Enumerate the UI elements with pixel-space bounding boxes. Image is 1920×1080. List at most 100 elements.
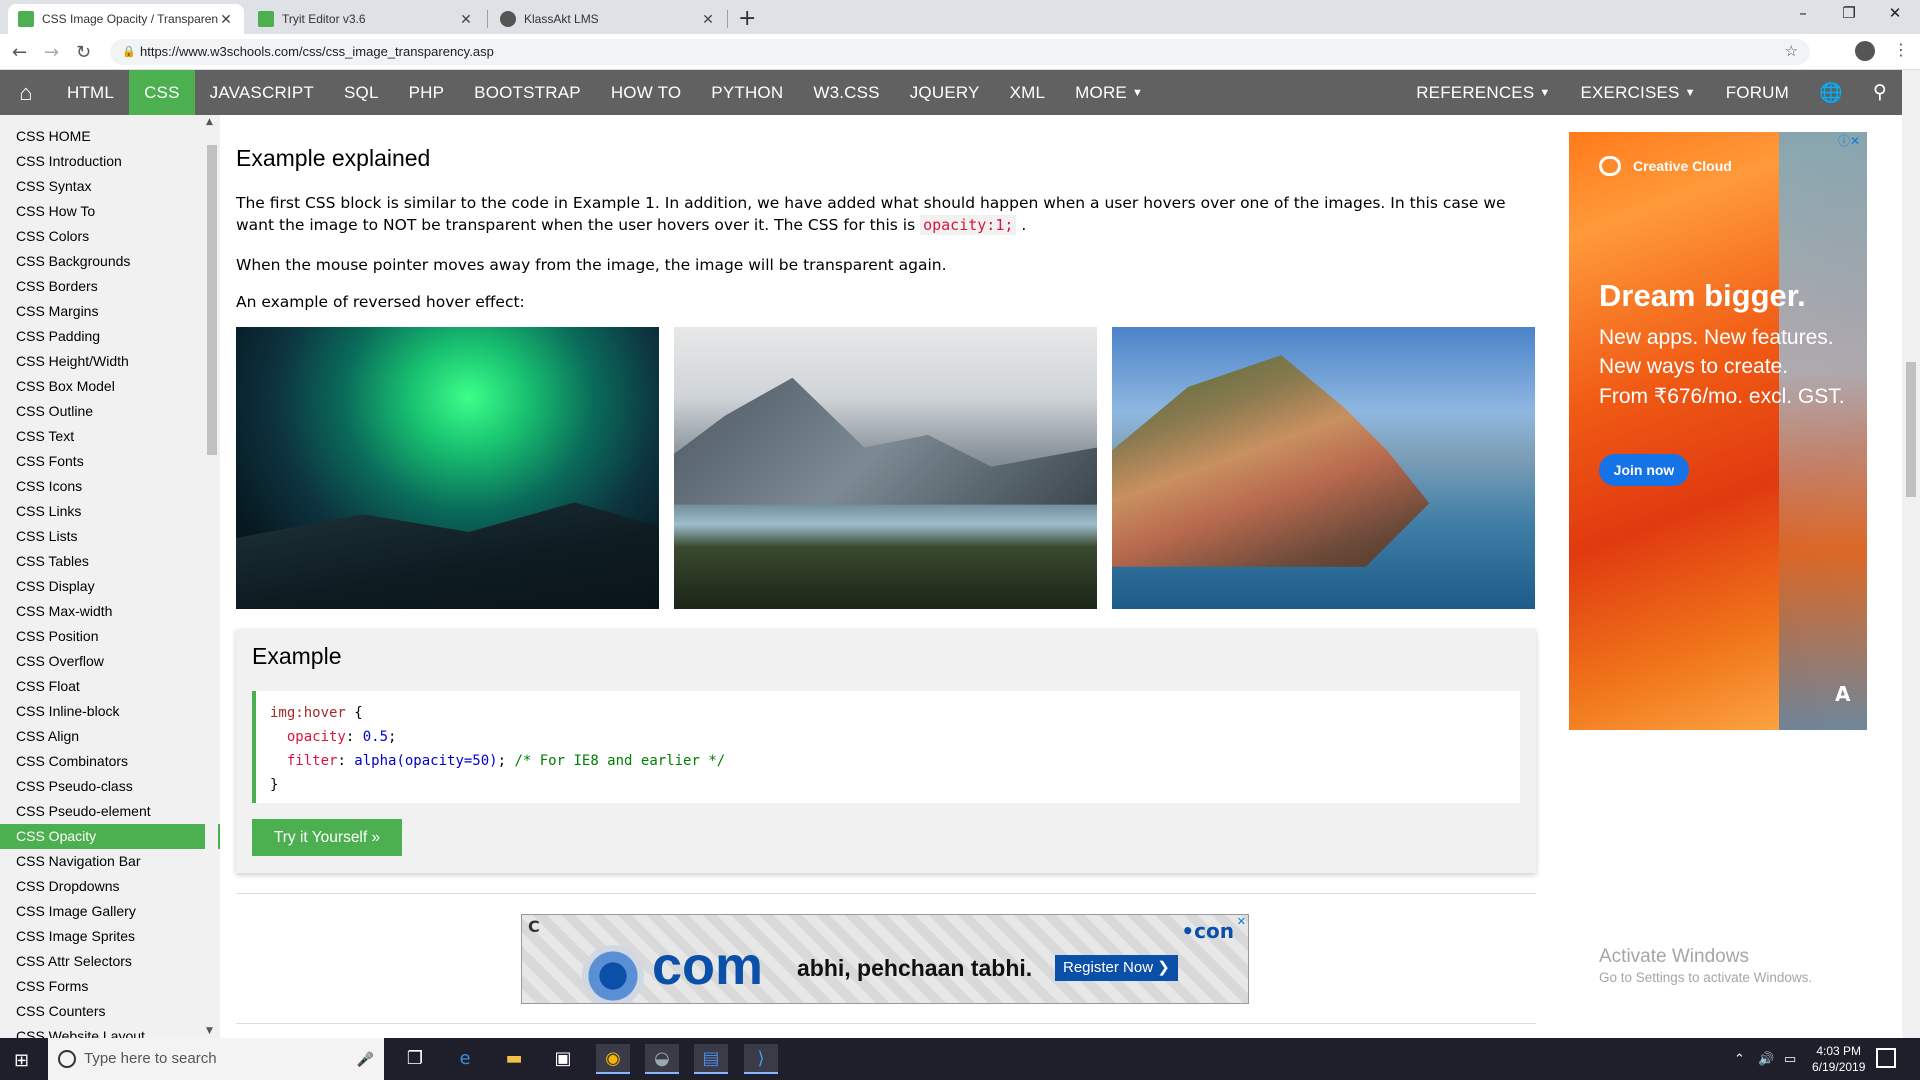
sidebar-item-css-introduction[interactable]: CSS Introduction — [0, 149, 220, 174]
sidebar-item-css-image-sprites[interactable]: CSS Image Sprites — [0, 924, 220, 949]
bookmark-star-icon[interactable]: ☆ — [1785, 39, 1798, 65]
app-icon[interactable]: ◒ — [645, 1044, 679, 1074]
sidebar-item-css-text[interactable]: CSS Text — [0, 424, 220, 449]
banner-ad[interactable]: C com abhi, pehchaan tabhi. Register Now… — [521, 914, 1249, 1004]
sidebar-item-css-inline-block[interactable]: CSS Inline-block — [0, 699, 220, 724]
ad-join-now-button[interactable]: Join now — [1599, 454, 1689, 486]
restore-button[interactable]: ❐ — [1826, 4, 1872, 22]
sidebar-item-css-overflow[interactable]: CSS Overflow — [0, 649, 220, 674]
sidebar-item-css-image-gallery[interactable]: CSS Image Gallery — [0, 899, 220, 924]
sidebar-scrollbar[interactable]: ▲ ▼ — [205, 115, 218, 1038]
windows-start-icon[interactable]: ⊞ — [14, 1050, 29, 1071]
nav-javascript[interactable]: JAVASCRIPT — [195, 70, 329, 115]
sidebar-item-css-height-width[interactable]: CSS Height/Width — [0, 349, 220, 374]
vscode-icon[interactable]: ⟩ — [744, 1044, 778, 1074]
sidebar-item-css-lists[interactable]: CSS Lists — [0, 524, 220, 549]
tab-tryit-editor[interactable]: Tryit Editor v3.6 ✕ — [248, 4, 484, 34]
sidebar-item-css-pseudo-class[interactable]: CSS Pseudo-class — [0, 774, 220, 799]
nav-php[interactable]: PHP — [394, 70, 460, 115]
sidebar-item-css-margins[interactable]: CSS Margins — [0, 299, 220, 324]
sidebar-scroll-thumb[interactable] — [207, 145, 217, 455]
sidebar-item-css-box-model[interactable]: CSS Box Model — [0, 374, 220, 399]
close-tab-icon[interactable]: ✕ — [218, 11, 234, 28]
sidebar-item-css-forms[interactable]: CSS Forms — [0, 974, 220, 999]
store-icon[interactable]: ▣ — [546, 1044, 580, 1074]
try-it-yourself-button[interactable]: Try it Yourself » — [252, 819, 402, 856]
volume-icon[interactable]: 🔊 — [1758, 1038, 1774, 1080]
sidebar-item-css-counters[interactable]: CSS Counters — [0, 999, 220, 1024]
chrome-icon[interactable]: ◉ — [596, 1044, 630, 1074]
back-arrow-icon[interactable]: ← — [12, 42, 27, 63]
account-avatar-icon[interactable] — [1855, 41, 1875, 61]
task-view-icon[interactable]: ❐ — [398, 1044, 432, 1074]
sidebar-item-css-syntax[interactable]: CSS Syntax — [0, 174, 220, 199]
sidebar-item-css-how-to[interactable]: CSS How To — [0, 199, 220, 224]
forward-arrow-icon[interactable]: → — [44, 42, 59, 63]
nav-sql[interactable]: SQL — [329, 70, 394, 115]
taskbar-clock[interactable]: 4:03 PM 6/19/2019 — [1812, 1043, 1865, 1075]
sidebar-item-css-max-width[interactable]: CSS Max-width — [0, 599, 220, 624]
sidebar-item-css-colors[interactable]: CSS Colors — [0, 224, 220, 249]
nav-jquery[interactable]: JQUERY — [895, 70, 995, 115]
nav-exercises[interactable]: EXERCISES ▼ — [1565, 70, 1710, 115]
sidebar-item-css-tables[interactable]: CSS Tables — [0, 549, 220, 574]
action-center-icon[interactable] — [1876, 1048, 1896, 1068]
nav-python[interactable]: PYTHON — [696, 70, 798, 115]
nav-more[interactable]: MORE ▼ — [1060, 70, 1158, 115]
nav-bootstrap[interactable]: BOOTSTRAP — [459, 70, 596, 115]
sidebar-item-css-fonts[interactable]: CSS Fonts — [0, 449, 220, 474]
new-tab-button[interactable]: + — [738, 6, 756, 31]
scroll-up-icon[interactable]: ▲ — [206, 117, 213, 127]
home-icon[interactable]: ⌂ — [0, 70, 52, 115]
sidebar-item-css-display[interactable]: CSS Display — [0, 574, 220, 599]
url-bar[interactable]: 🔒 https://www.w3schools.com/css/css_imag… — [110, 39, 1810, 65]
tab-klassakt[interactable]: KlassAkt LMS ✕ — [490, 4, 726, 34]
scroll-down-icon[interactable]: ▼ — [206, 1026, 213, 1036]
sidebar-item-css-outline[interactable]: CSS Outline — [0, 399, 220, 424]
page-scrollbar[interactable] — [1902, 70, 1920, 1038]
sidebar-item-css-backgrounds[interactable]: CSS Backgrounds — [0, 249, 220, 274]
page-scroll-thumb[interactable] — [1906, 362, 1916, 497]
sidebar-item-css-align[interactable]: CSS Align — [0, 724, 220, 749]
sidebar-item-css-float[interactable]: CSS Float — [0, 674, 220, 699]
creative-cloud-ad[interactable]: Creative Cloud Dream bigger. New apps. N… — [1569, 132, 1867, 730]
file-explorer-icon[interactable]: ▬ — [497, 1044, 531, 1074]
globe-icon[interactable]: 🌐 — [1804, 70, 1858, 115]
minimize-button[interactable]: – — [1780, 4, 1826, 22]
sidebar-item-css-website-layout[interactable]: CSS Website Layout — [0, 1024, 220, 1038]
close-tab-icon[interactable]: ✕ — [700, 11, 716, 28]
nav-xml[interactable]: XML — [995, 70, 1061, 115]
ad-register-button[interactable]: Register Now ❯ — [1055, 955, 1178, 981]
browser-menu-icon[interactable]: ⋮ — [1893, 40, 1909, 59]
nav-css[interactable]: CSS — [129, 70, 195, 115]
sidebar-item-css-combinators[interactable]: CSS Combinators — [0, 749, 220, 774]
sidebar-item-css-attr-selectors[interactable]: CSS Attr Selectors — [0, 949, 220, 974]
nav-w3css[interactable]: W3.CSS — [798, 70, 894, 115]
ad-close-icon[interactable]: ✕ — [1237, 915, 1246, 928]
microphone-icon[interactable]: 🎤 — [357, 1038, 374, 1080]
tab-css-opacity[interactable]: CSS Image Opacity / Transparenc ✕ — [8, 4, 244, 34]
sidebar-item-css-borders[interactable]: CSS Borders — [0, 274, 220, 299]
sidebar-item-css-position[interactable]: CSS Position — [0, 624, 220, 649]
tray-chevron-icon[interactable]: ⌃ — [1734, 1038, 1745, 1080]
reload-icon[interactable]: ↻ — [76, 42, 91, 63]
search-icon[interactable]: ⚲ — [1858, 70, 1902, 115]
taskbar-search-box[interactable]: Type here to search 🎤 — [48, 1038, 384, 1080]
nav-references[interactable]: REFERENCES ▼ — [1401, 70, 1565, 115]
nav-html[interactable]: HTML — [52, 70, 129, 115]
nav-forum[interactable]: FORUM — [1711, 70, 1804, 115]
ad-choices-close-icon[interactable]: ⓘ✕ — [1838, 132, 1860, 149]
sidebar-item-css-navigation-bar[interactable]: CSS Navigation Bar — [0, 849, 220, 874]
sidebar-item-css-home[interactable]: CSS HOME — [0, 124, 220, 149]
network-icon[interactable]: ▭ — [1784, 1038, 1796, 1080]
nav-how-to[interactable]: HOW TO — [596, 70, 696, 115]
edge-icon[interactable]: e — [448, 1044, 482, 1074]
sidebar-item-css-opacity[interactable]: CSS Opacity — [0, 824, 220, 849]
sidebar-item-css-icons[interactable]: CSS Icons — [0, 474, 220, 499]
sidebar-item-css-pseudo-element[interactable]: CSS Pseudo-element — [0, 799, 220, 824]
sidebar-item-css-links[interactable]: CSS Links — [0, 499, 220, 524]
sidebar-item-css-padding[interactable]: CSS Padding — [0, 324, 220, 349]
notepad-icon[interactable]: ▤ — [694, 1044, 728, 1074]
sidebar-item-css-dropdowns[interactable]: CSS Dropdowns — [0, 874, 220, 899]
close-tab-icon[interactable]: ✕ — [458, 11, 474, 28]
